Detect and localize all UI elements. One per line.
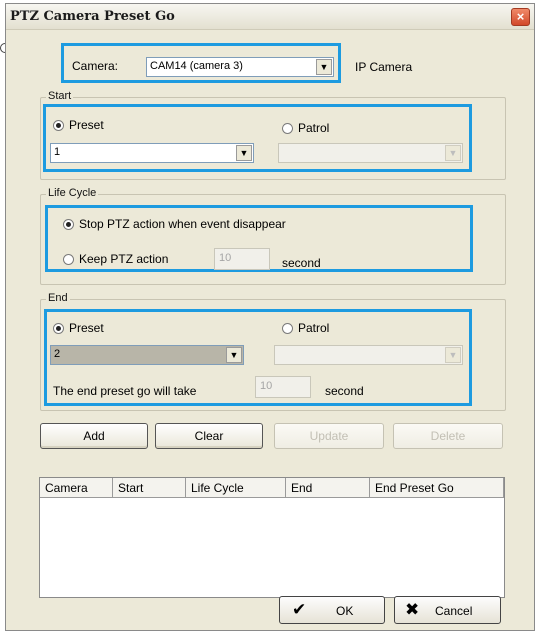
keep-seconds-value: 10	[219, 252, 232, 264]
end-patrol-label: Patrol	[298, 321, 330, 335]
add-button[interactable]: Add	[40, 423, 148, 449]
column-header-life-cycle[interactable]: Life Cycle	[186, 478, 286, 498]
end-take-seconds-value: 10	[260, 380, 273, 392]
stop-ptz-label: Stop PTZ action when event disappear	[79, 217, 286, 231]
start-preset-value: 1	[54, 146, 61, 158]
stop-ptz-radio[interactable]	[63, 219, 74, 230]
preset-table[interactable]: Camera Start Life Cycle End End Preset G…	[39, 477, 505, 598]
chevron-down-icon[interactable]: ▼	[226, 347, 242, 363]
ok-label: OK	[336, 604, 354, 618]
end-patrol-radio[interactable]	[282, 323, 293, 334]
end-preset-radio[interactable]	[53, 323, 64, 334]
cancel-label: Cancel	[435, 604, 473, 618]
life-cycle-group-label: Life Cycle	[46, 187, 99, 199]
start-patrol-select[interactable]: ▼	[278, 143, 463, 163]
cross-icon: ✖	[405, 600, 420, 619]
ok-button[interactable]: ✔ OK	[279, 596, 385, 624]
column-header-end[interactable]: End	[286, 478, 370, 498]
chevron-down-icon[interactable]: ▼	[445, 145, 461, 161]
keep-seconds-unit: second	[282, 256, 321, 270]
close-icon: ×	[516, 9, 525, 24]
camera-select-value: CAM14 (camera 3)	[150, 60, 243, 72]
camera-label: Camera:	[72, 59, 119, 73]
end-take-seconds-field[interactable]: 10	[255, 376, 311, 398]
close-button[interactable]: ×	[511, 8, 530, 26]
end-preset-value: 2	[54, 348, 61, 360]
window-title: PTZ Camera Preset Go	[10, 9, 175, 24]
delete-button[interactable]: Delete	[393, 423, 503, 449]
checkmark-icon: ✔	[292, 600, 307, 619]
update-button[interactable]: Update	[274, 423, 384, 449]
title-bar: PTZ Camera Preset Go ×	[6, 4, 534, 30]
ptz-preset-dialog: PTZ Camera Preset Go × Camera: CAM14 (ca…	[5, 3, 535, 631]
end-patrol-select[interactable]: ▼	[274, 345, 463, 365]
start-preset-select[interactable]: 1 ▼	[50, 143, 254, 163]
start-patrol-radio[interactable]	[282, 123, 293, 134]
end-preset-select[interactable]: 2 ▼	[50, 345, 244, 365]
keep-ptz-label: Keep PTZ action	[79, 252, 169, 266]
camera-type-label: IP Camera	[355, 60, 413, 74]
column-header-camera[interactable]: Camera	[40, 478, 113, 498]
start-patrol-label: Patrol	[298, 121, 330, 135]
start-preset-radio[interactable]	[53, 120, 64, 131]
column-header-start[interactable]: Start	[113, 478, 186, 498]
end-preset-label: Preset	[69, 321, 104, 335]
cancel-button[interactable]: ✖ Cancel	[394, 596, 501, 624]
clear-button[interactable]: Clear	[155, 423, 263, 449]
end-take-label: The end preset go will take	[53, 384, 197, 398]
camera-select[interactable]: CAM14 (camera 3) ▼	[146, 57, 334, 77]
keep-ptz-radio[interactable]	[63, 254, 74, 265]
chevron-down-icon[interactable]: ▼	[445, 347, 461, 363]
start-group-label: Start	[46, 90, 74, 102]
chevron-down-icon[interactable]: ▼	[236, 145, 252, 161]
column-header-end-preset-go[interactable]: End Preset Go	[370, 478, 504, 498]
chevron-down-icon[interactable]: ▼	[316, 59, 332, 75]
end-take-unit: second	[325, 384, 364, 398]
keep-seconds-field[interactable]: 10	[214, 248, 270, 270]
start-preset-label: Preset	[69, 118, 104, 132]
end-group-label: End	[46, 292, 70, 304]
